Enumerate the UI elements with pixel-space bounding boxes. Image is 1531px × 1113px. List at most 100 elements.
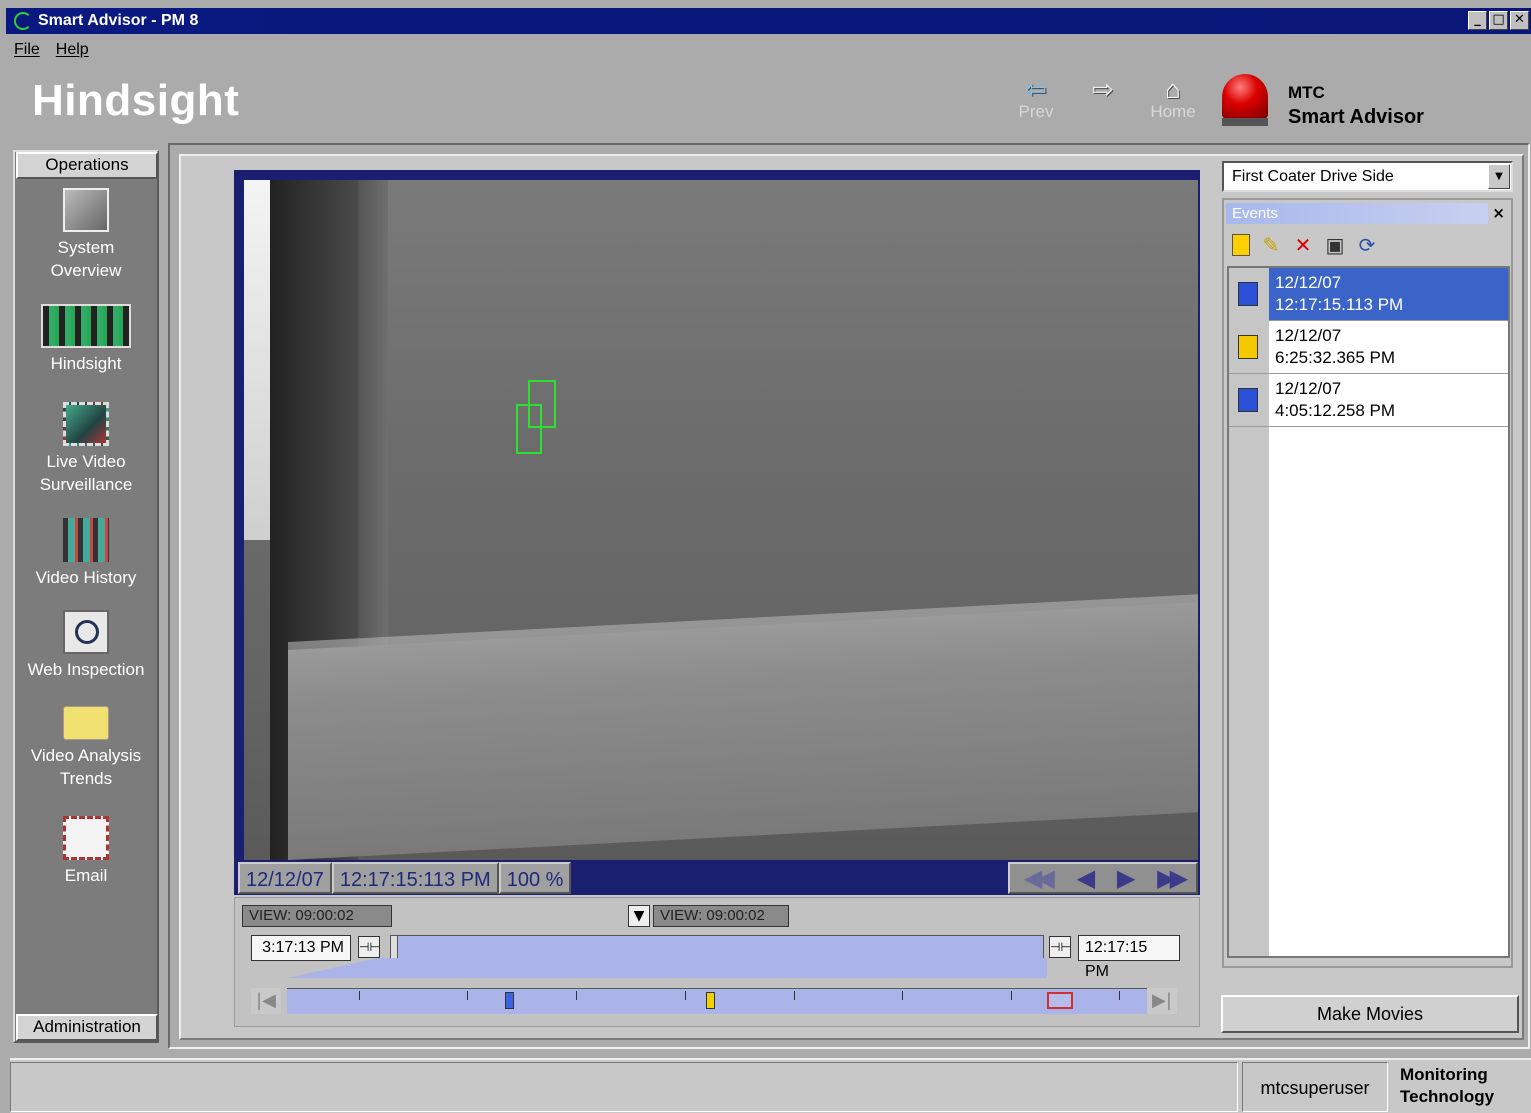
- events-header: Events: [1226, 203, 1488, 224]
- video-history-icon: [63, 518, 109, 562]
- timeline-event-marker[interactable]: [706, 992, 715, 1009]
- sidebar-item-label: Video History: [35, 568, 137, 587]
- sidebar-item-email[interactable]: Email: [15, 816, 157, 887]
- playback-controls: ◀◀ ◀ ▶ ▶▶: [1008, 862, 1198, 894]
- system-overview-icon: [63, 188, 109, 232]
- sidebar-item-video-history[interactable]: Video History: [15, 518, 157, 589]
- sidebar-item-web-inspection[interactable]: Web Inspection: [15, 610, 157, 681]
- make-movies-button[interactable]: Make Movies: [1221, 995, 1519, 1033]
- edit-event-icon[interactable]: ✎: [1260, 234, 1282, 256]
- events-toolbar: ✎ ✕ ▣ ⟳: [1232, 232, 1378, 258]
- event-track[interactable]: [287, 988, 1147, 1014]
- timeline: VIEW: 09:00:02 ▼ VIEW: 09:00:02 3:17:13 …: [234, 897, 1200, 1027]
- events-close-icon[interactable]: ×: [1492, 204, 1505, 222]
- event-color-swatch: [1238, 282, 1258, 306]
- sidebar-item-label: Email: [64, 866, 108, 885]
- folder-icon: [63, 706, 109, 740]
- pin-right-icon[interactable]: ⊣⊢: [1049, 936, 1071, 958]
- range-projection: [287, 958, 1047, 978]
- company-line2: Smart Advisor: [1288, 106, 1424, 128]
- app-icon: [14, 12, 32, 30]
- skip-start-icon[interactable]: |◀: [251, 988, 281, 1014]
- company-line1: MTC: [1288, 83, 1325, 102]
- view-duration-mid: VIEW: 09:00:02: [653, 905, 789, 927]
- camera-select-value: First Coater Drive Side: [1232, 168, 1394, 185]
- home-label: Home: [1150, 102, 1196, 121]
- event-date: 12/12/07: [1275, 273, 1342, 292]
- end-time-field[interactable]: 12:17:15 PM: [1078, 935, 1180, 980]
- sidebar-item-hindsight[interactable]: Hindsight: [15, 304, 157, 375]
- sidebar-item-label: System Overview: [50, 238, 122, 280]
- alarm-beacon-icon: [1222, 74, 1268, 126]
- properties-icon[interactable]: ▣: [1324, 234, 1346, 256]
- status-message: [10, 1062, 1238, 1112]
- event-date: 12/12/07: [1275, 326, 1342, 345]
- window-title: Smart Advisor - PM 8: [38, 12, 199, 29]
- company-logo-text: MTC Smart Advisor: [1288, 81, 1424, 129]
- sidebar-item-live-video[interactable]: Live Video Surveillance: [15, 402, 157, 496]
- events-panel: Events × ✎ ✕ ▣ ⟳ 12/12/07 12:17:15.113 P…: [1222, 198, 1513, 968]
- camera-select[interactable]: First Coater Drive Side ▼: [1222, 161, 1513, 192]
- magnifier-icon: [63, 610, 109, 654]
- page-title: Hindsight: [32, 76, 240, 125]
- range-slider-handle[interactable]: [390, 935, 398, 959]
- administration-button[interactable]: Administration: [16, 1014, 158, 1041]
- email-icon: [63, 816, 109, 860]
- minimize-button[interactable]: _: [1468, 11, 1487, 30]
- chevron-down-icon[interactable]: ▼: [1488, 164, 1510, 189]
- defect-marker[interactable]: [516, 404, 542, 454]
- pin-left-icon[interactable]: ⊣⊢: [358, 936, 380, 958]
- sidebar: Operations System Overview Hindsight Liv…: [13, 150, 159, 1043]
- view-duration-left: VIEW: 09:00:02: [242, 905, 392, 927]
- step-back-icon[interactable]: ◀: [1077, 864, 1096, 892]
- film-strip-icon: [41, 304, 131, 348]
- arrow-left-icon: ⇦: [1025, 74, 1047, 104]
- event-list-item[interactable]: 12/12/07 12:17:15.113 PM: [1229, 268, 1508, 321]
- event-color-swatch: [1238, 335, 1258, 359]
- start-time-field[interactable]: 3:17:13 PM: [251, 935, 351, 961]
- event-time: 4:05:12.258 PM: [1275, 401, 1396, 420]
- prev-button[interactable]: ⇦ Prev: [1006, 76, 1066, 122]
- maximize-button[interactable]: □: [1489, 11, 1508, 30]
- home-button[interactable]: ⌂ Home: [1143, 76, 1203, 122]
- new-event-icon[interactable]: [1232, 234, 1250, 256]
- menu-file[interactable]: File: [14, 41, 40, 59]
- step-forward-icon[interactable]: ▶: [1117, 864, 1136, 892]
- video-time: 12:17:15:113 PM: [331, 862, 499, 894]
- event-date: 12/12/07: [1275, 379, 1342, 398]
- title-bar: Smart Advisor - PM 8 _ □ ✕: [6, 8, 1531, 34]
- range-slider[interactable]: [390, 935, 1044, 959]
- event-list-item[interactable]: 12/12/07 6:25:32.365 PM: [1229, 321, 1508, 374]
- sidebar-item-label: Live Video Surveillance: [39, 452, 133, 494]
- event-time: 6:25:32.365 PM: [1275, 348, 1396, 367]
- video-status-bar: 12/12/07 12:17:15:113 PM 100 %: [238, 862, 572, 894]
- refresh-icon[interactable]: ⟳: [1356, 234, 1378, 256]
- timeline-current-marker[interactable]: [1047, 992, 1073, 1009]
- operations-button[interactable]: Operations: [16, 152, 158, 179]
- next-button[interactable]: ⇨: [1073, 76, 1133, 102]
- status-bar: mtcsuperuser Monitoring Technology: [10, 1058, 1531, 1113]
- close-button[interactable]: ✕: [1510, 11, 1529, 30]
- timeline-event-marker[interactable]: [505, 992, 514, 1009]
- sidebar-item-video-analysis-trends[interactable]: Video Analysis Trends: [15, 706, 157, 790]
- video-zoom: 100 %: [498, 862, 572, 894]
- arrow-right-icon: ⇨: [1092, 74, 1114, 104]
- skip-end-icon[interactable]: ▶|: [1147, 988, 1177, 1014]
- event-color-swatch: [1238, 388, 1258, 412]
- sidebar-item-label: Hindsight: [50, 354, 122, 373]
- menu-help[interactable]: Help: [56, 41, 89, 59]
- sidebar-item-label: Video Analysis Trends: [30, 746, 142, 788]
- event-list-item[interactable]: 12/12/07 4:05:12.258 PM: [1229, 374, 1508, 427]
- video-view[interactable]: [244, 180, 1198, 860]
- delete-event-icon[interactable]: ✕: [1292, 234, 1314, 256]
- footer-company-line2: Technology: [1400, 1087, 1495, 1106]
- events-list: 12/12/07 12:17:15.113 PM 12/12/07 6:25:3…: [1227, 266, 1510, 958]
- live-video-icon: [63, 402, 109, 446]
- footer-company-line1: Monitoring: [1400, 1065, 1488, 1084]
- caret-down-icon[interactable]: ▼: [628, 905, 650, 927]
- current-user: mtcsuperuser: [1242, 1062, 1388, 1112]
- prev-label: Prev: [1018, 102, 1054, 121]
- fast-forward-icon[interactable]: ▶▶: [1157, 864, 1188, 892]
- sidebar-item-system-overview[interactable]: System Overview: [15, 188, 157, 282]
- rewind-icon[interactable]: ◀◀: [1024, 864, 1055, 892]
